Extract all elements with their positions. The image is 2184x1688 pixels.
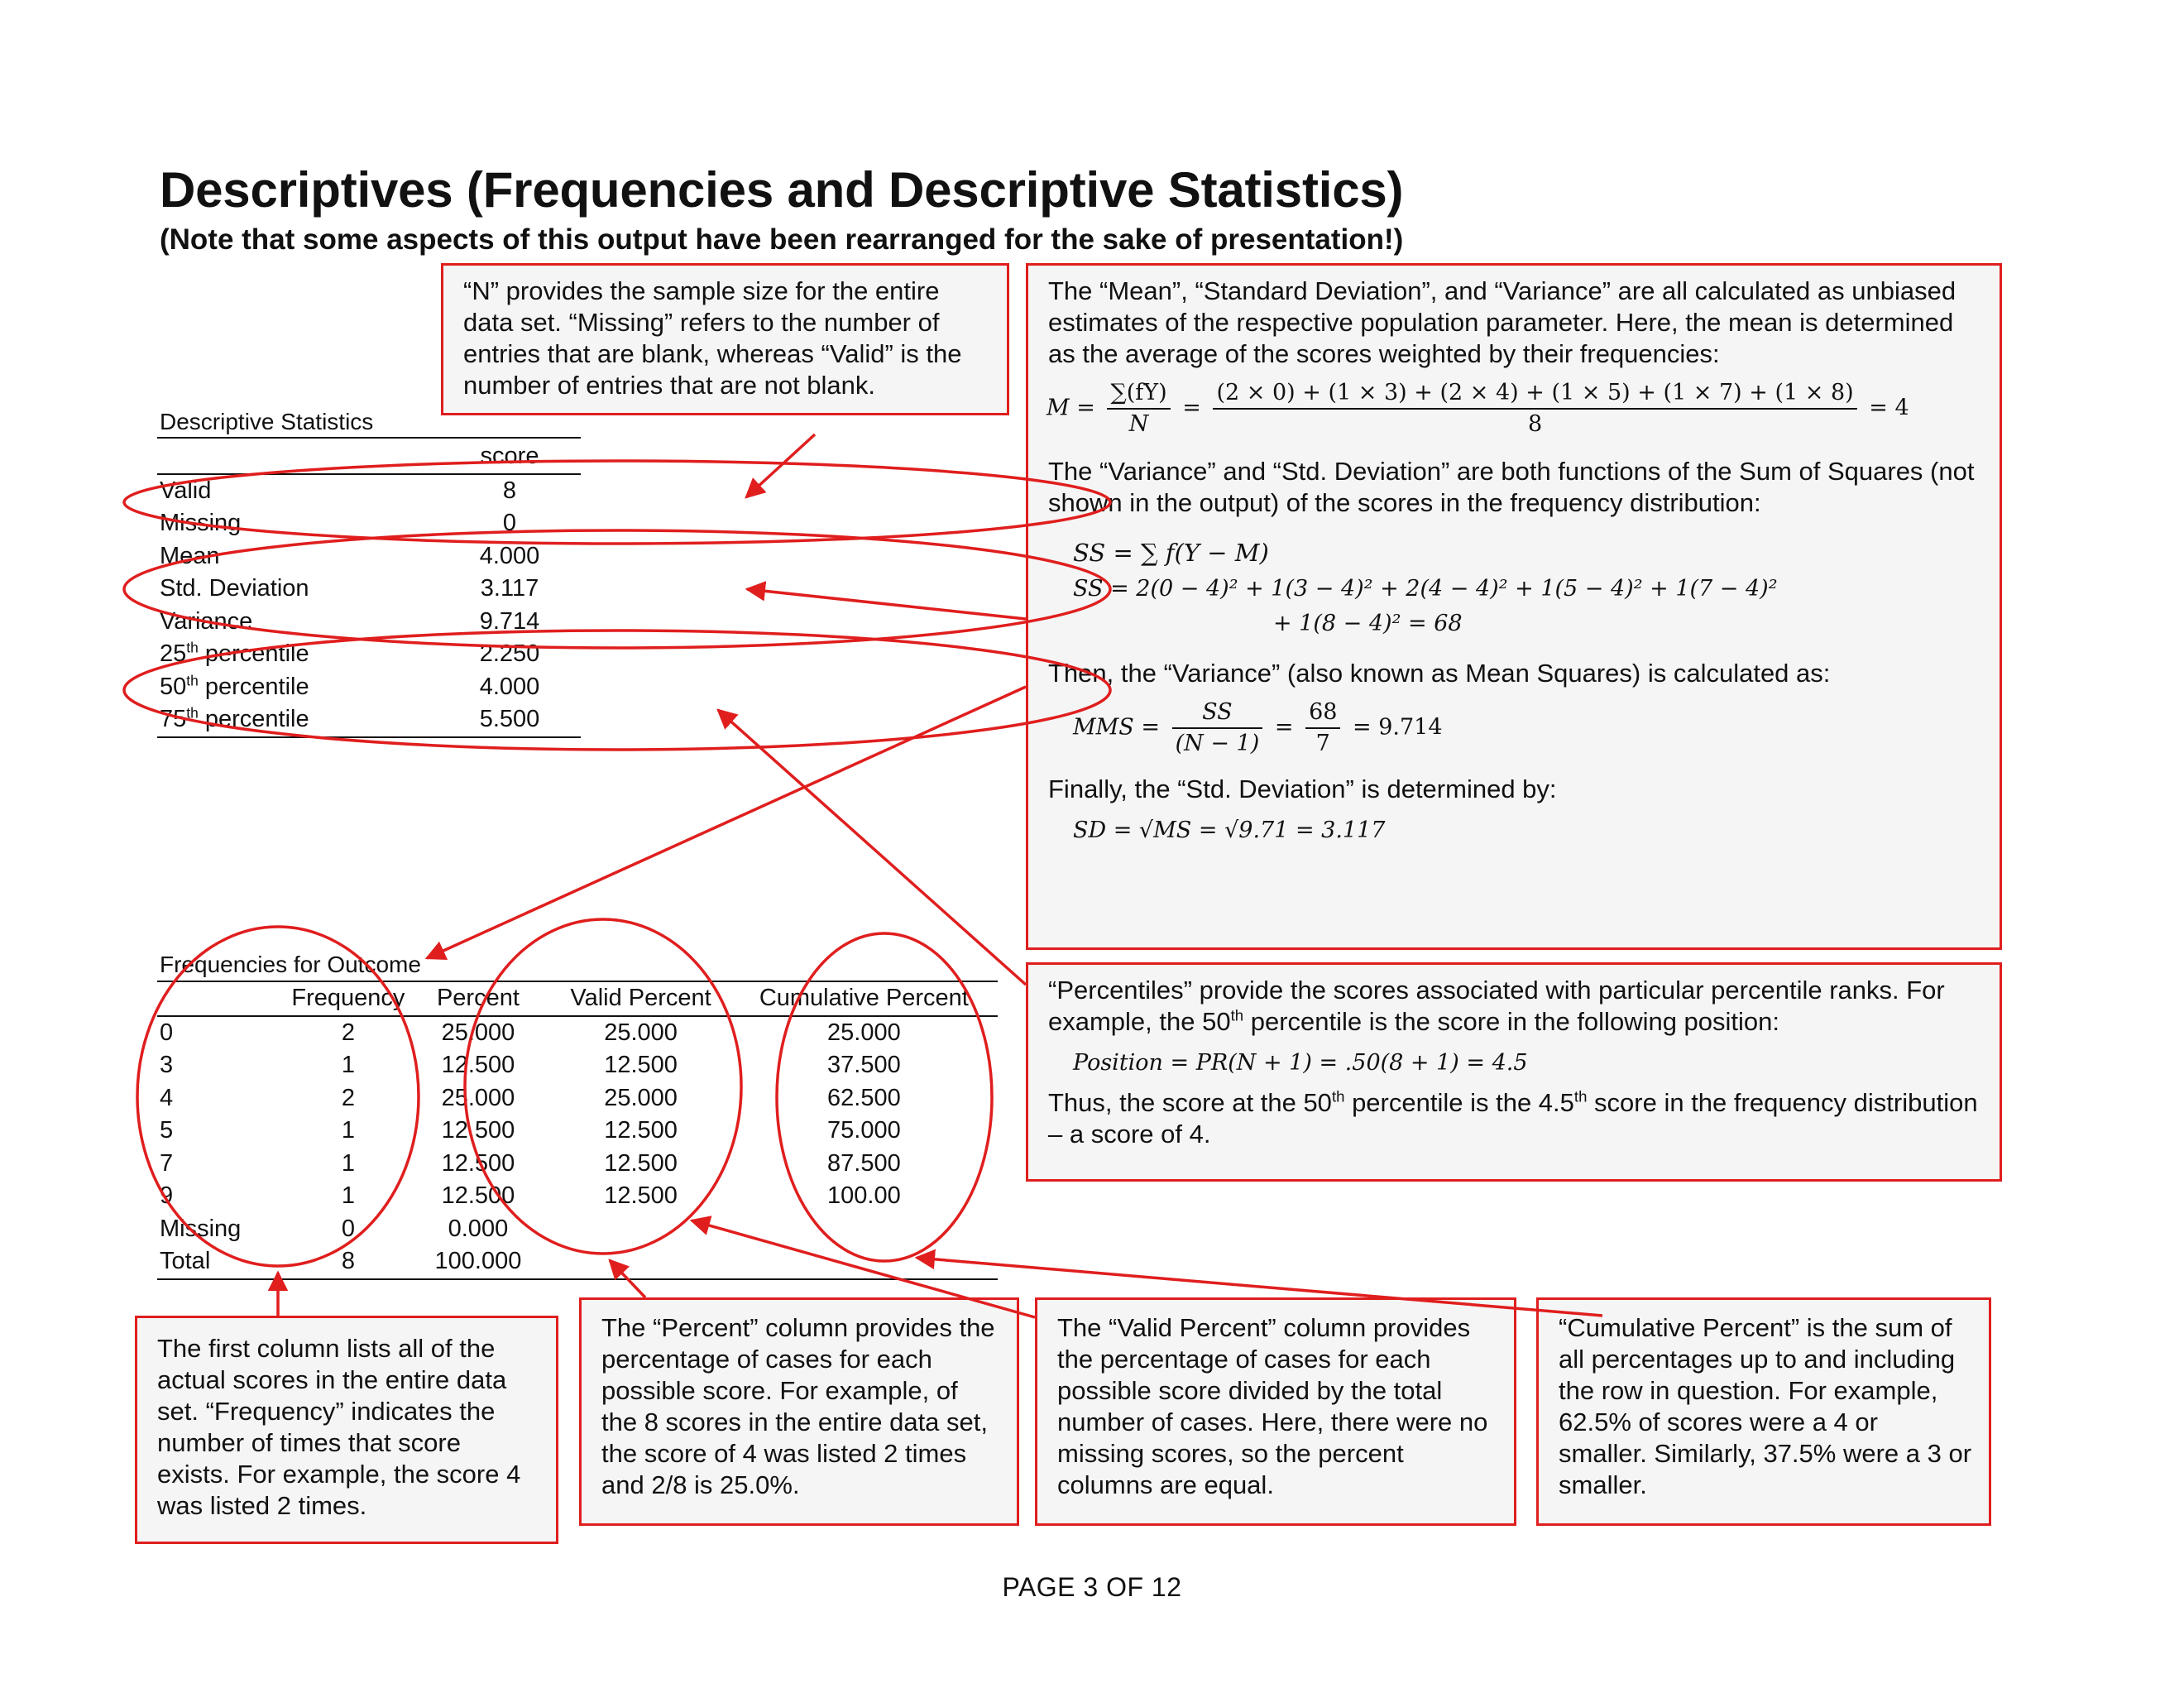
cumulative-percent-ellipse [775,932,994,1263]
arrow-cumulative-percent [914,1249,1603,1317]
arrow-percentiles [716,708,1027,986]
arrow-n-note [745,433,817,499]
arrow-mean-variance [745,581,1027,621]
arrow-to-frequency-table [424,685,1027,961]
arrow-valid-percent [689,1216,1036,1319]
annotation-overlay [122,433,1603,1319]
arrow-percent [608,1259,647,1299]
page-number: PAGE 3 OF 12 [1002,1572,1182,1602]
percent-ellipse [463,918,743,1255]
score-frequency-ellipse [136,925,420,1268]
